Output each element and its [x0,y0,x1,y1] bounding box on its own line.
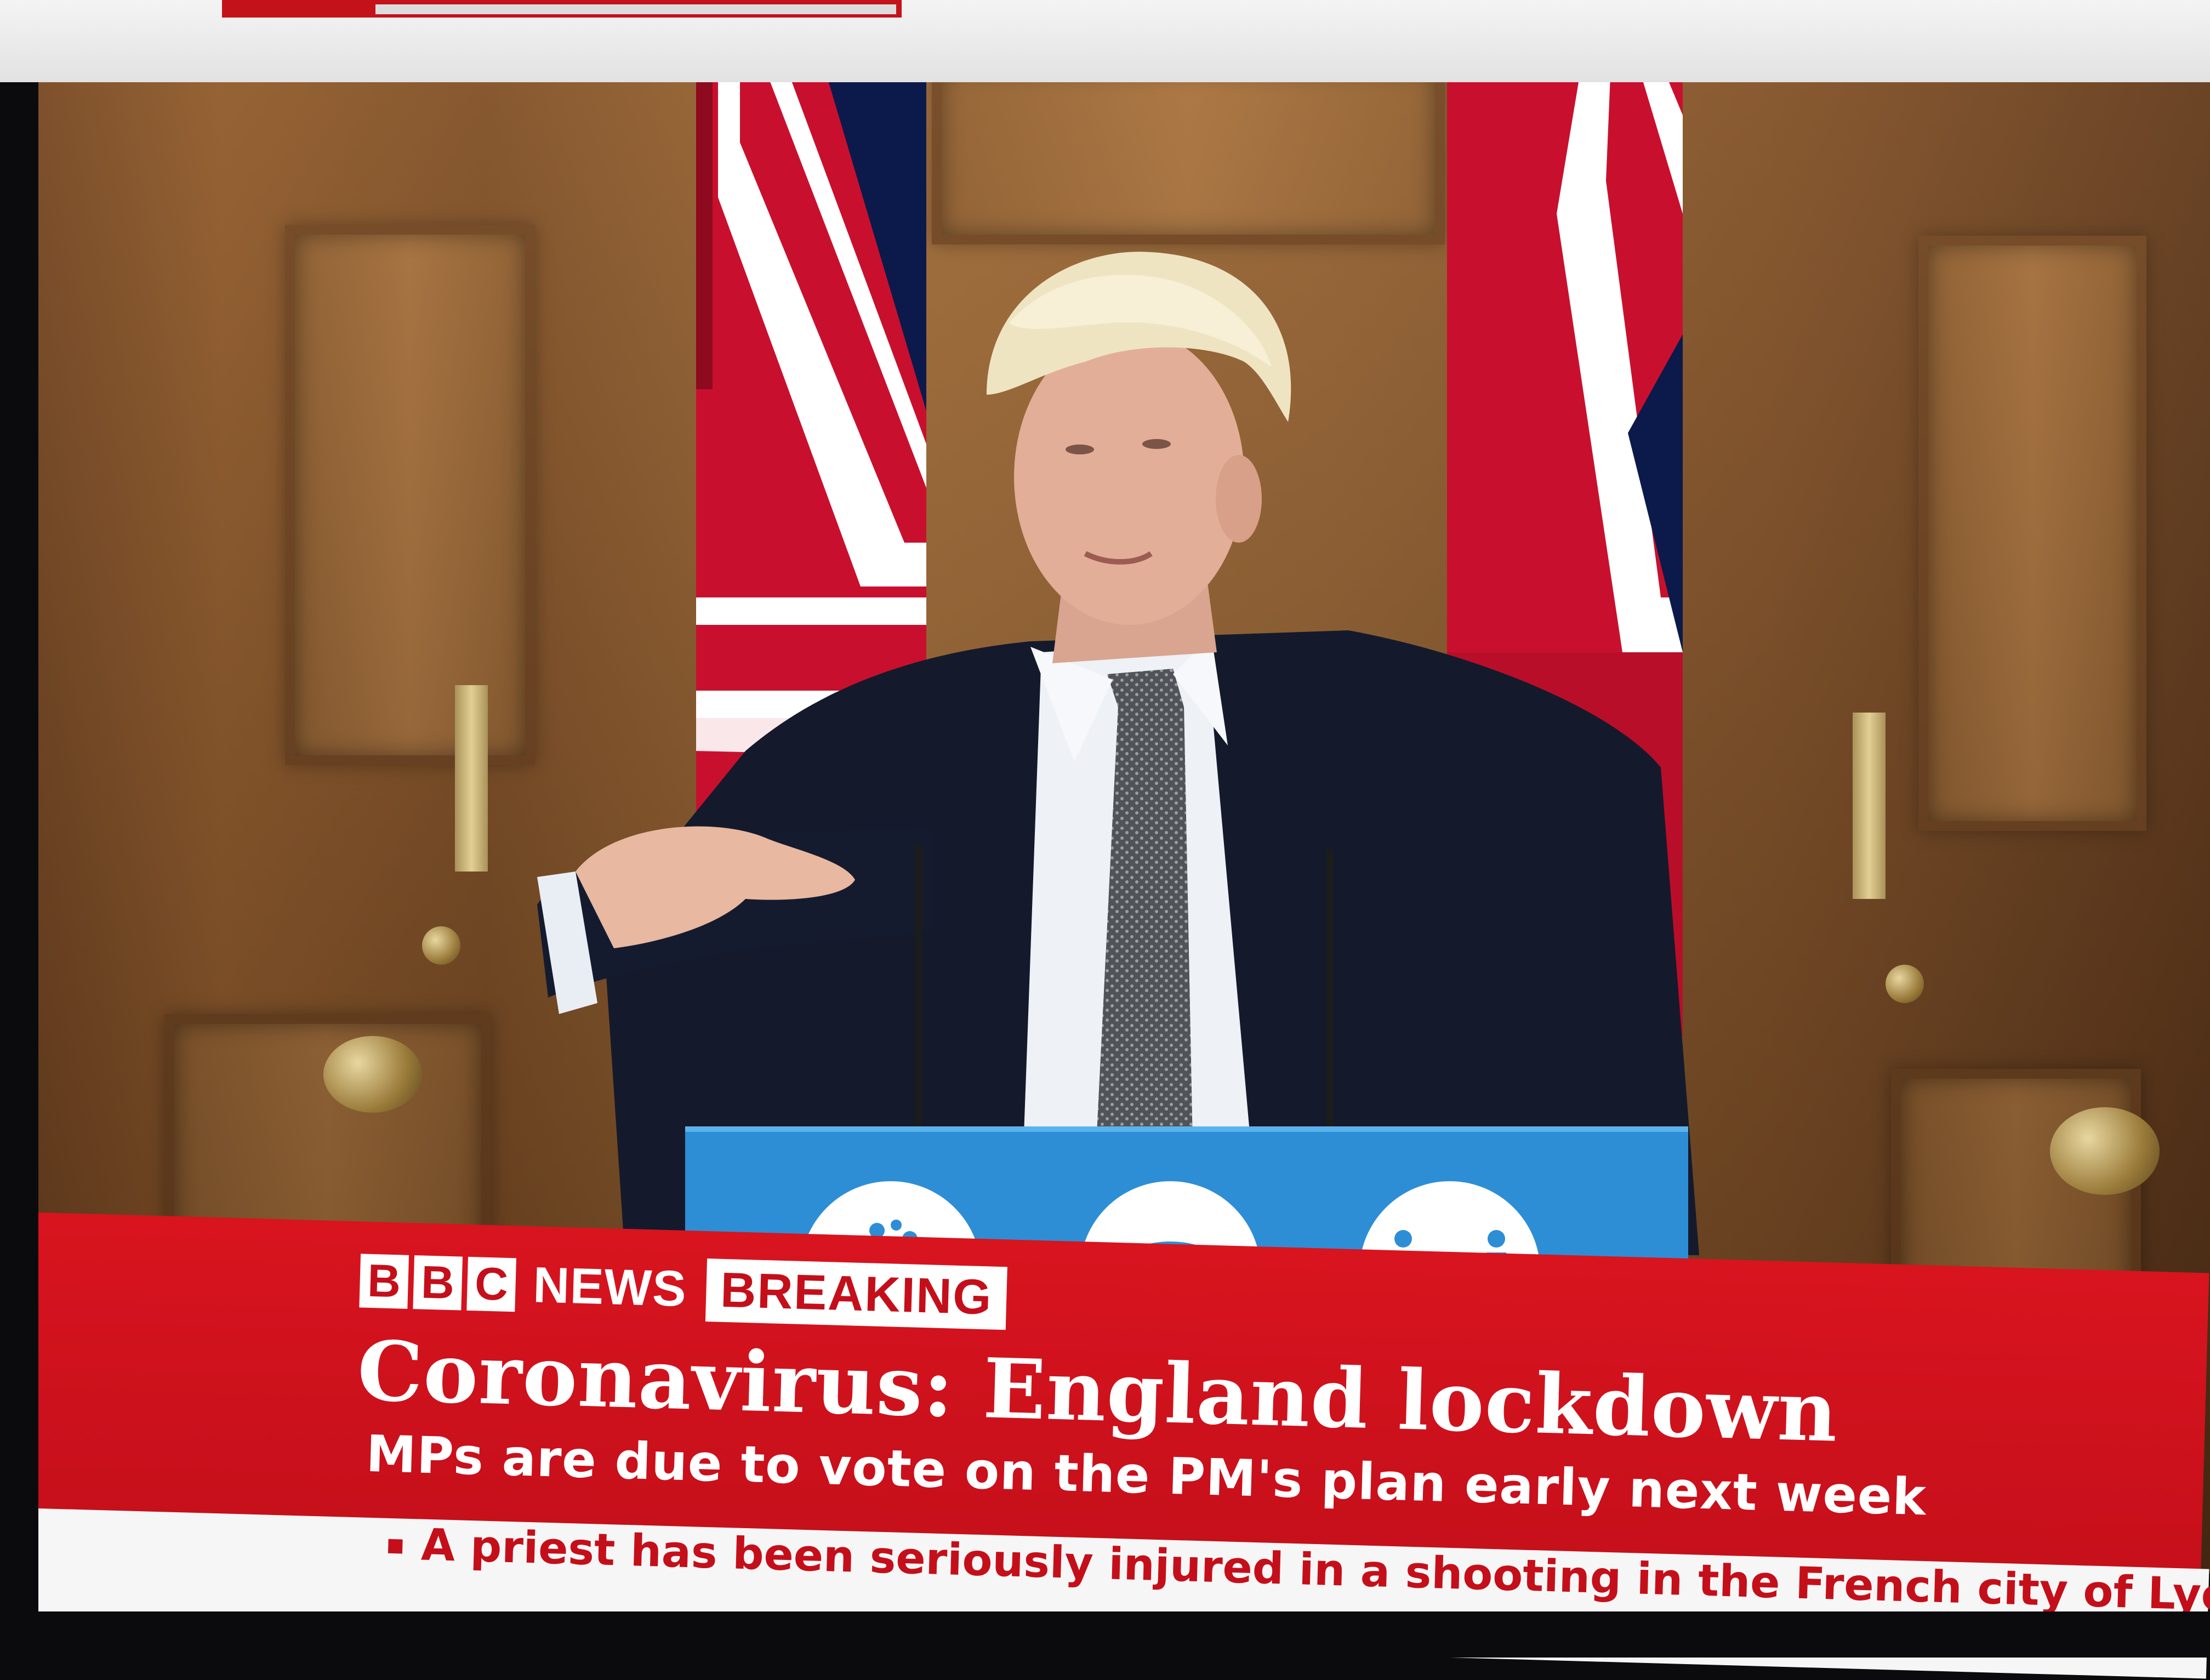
right-door-handle [2050,1107,2160,1195]
bbc-logo-block-3: C [466,1256,516,1312]
news-wordmark: NEWS [532,1257,687,1318]
screen-top-strip [222,0,902,18]
tv-left-bezel [0,82,38,1658]
right-door-knob [1886,965,1924,1003]
bbc-logo-block-2: B [413,1255,463,1311]
ticker-bullet-icon [388,1539,403,1554]
left-door-handle [323,1036,422,1113]
bbc-logo-block-1: B [359,1253,409,1309]
left-door-knob [422,926,460,965]
bbc-news-logo: B B C NEWS BREAKING [359,1249,1007,1330]
tv-top-edge [0,0,2210,82]
tv-bottom-bezel [0,1611,2210,1658]
right-door-handle-plate [1853,713,1886,899]
speaker-figure [537,252,1699,1255]
breaking-tag: BREAKING [705,1258,1007,1330]
left-door-handle-plate [455,685,488,872]
